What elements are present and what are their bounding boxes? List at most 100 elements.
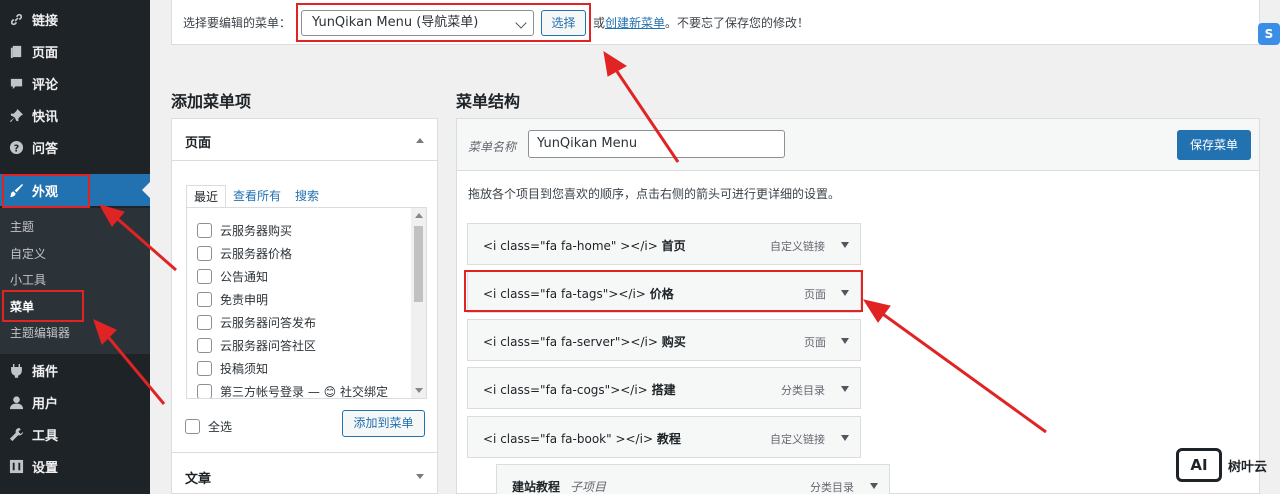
scroll-down-arrow-icon[interactable] [415,388,423,393]
list-item[interactable]: 第三方帐号登录 — 😊 社交绑定 [197,383,388,399]
checkbox[interactable] [197,269,212,284]
tab-view-all[interactable]: 查看所有 [226,185,288,208]
sidebar-item-qa[interactable]: ? 问答 [0,131,150,163]
sidebar-item-news[interactable]: 快讯 [0,99,150,131]
appearance-submenu: 主题 自定义 小工具 菜单 主题编辑器 [0,208,150,354]
select-hint: 或创建新菜单。不要忘了保存您的修改！ [593,14,809,31]
sidebar-item-pages[interactable]: 页面 [0,35,150,67]
link-icon [8,11,24,27]
expand-arrow-icon[interactable] [841,386,849,392]
comments-icon [8,75,24,91]
hint-suffix: 。不要忘了保存您的修改！ [665,16,810,30]
menu-item-title: <i class="fa fa-server"></i> 购买 [483,335,686,349]
tab-search[interactable]: 搜索 [288,185,326,208]
expand-arrow-icon[interactable] [841,435,849,441]
collapse-arrow-icon[interactable] [416,138,424,143]
pages-icon [8,43,24,59]
recent-pages-list: 云服务器购买 云服务器价格 公告通知 免责申明 云服务器问答发布 云服务器问答社… [186,207,427,399]
checkbox[interactable] [197,384,212,398]
page-label: 云服务器问答发布 [220,316,317,330]
expand-arrow-icon[interactable] [416,474,424,479]
menu-item-title: <i class="fa fa-home" ></i> 首页 [483,239,686,253]
sidebar-item-plugins[interactable]: 插件 [0,354,150,386]
menu-item-title: <i class="fa fa-cogs"></i> 搭建 [483,383,676,397]
list-item[interactable]: 云服务器问答社区 [197,337,316,354]
menu-item-buy[interactable]: <i class="fa fa-server"></i> 购买 页面 [467,319,861,361]
add-menu-items-heading: 添加菜单项 [171,92,252,111]
sidebar-item-label: 问答 [32,141,59,157]
menu-name-label: 菜单名称 [468,140,517,154]
divider [172,160,437,161]
submenu-item-theme-editor[interactable]: 主题编辑器 [10,321,70,345]
menu-item-type: 分类目录 [781,384,825,397]
menu-item-type: 自定义链接 [770,433,825,446]
page-label: 公告通知 [220,270,269,284]
pages-tabs: 最近 查看所有 搜索 [186,185,326,208]
sidebar-item-comments[interactable]: 评论 [0,67,150,99]
create-new-menu-link[interactable]: 创建新菜单 [605,16,665,30]
menu-structure-header: 菜单名称 YunQikan Menu 保存菜单 [457,119,1259,171]
checkbox[interactable] [197,315,212,330]
sidebar-item-label: 设置 [32,460,59,476]
expand-arrow-icon[interactable] [870,483,878,489]
sidebar-item-settings[interactable]: 设置 [0,450,150,482]
annotation-box-price-item [464,270,863,312]
menu-name-input[interactable]: YunQikan Menu [528,130,785,158]
hint-prefix: 或 [593,16,606,30]
sidebar-item-tools[interactable]: 工具 [0,418,150,450]
watermark-logo: AI [1176,448,1222,482]
submenu-item-themes[interactable]: 主题 [10,215,34,239]
floating-tool-icon[interactable]: S [1258,23,1280,45]
menu-sub-item[interactable]: 建站教程 子项目 分类目录 [496,464,890,494]
page-label: 投稿须知 [220,362,269,376]
sidebar-item-label: 插件 [32,364,59,380]
checkbox[interactable] [197,361,212,376]
page-label: 免责申明 [220,293,269,307]
list-item[interactable]: 云服务器价格 [197,245,292,262]
menu-item-home[interactable]: <i class="fa fa-home" ></i> 首页 自定义链接 [467,223,861,265]
scroll-up-arrow-icon[interactable] [415,213,423,218]
menu-item-setup[interactable]: <i class="fa fa-cogs"></i> 搭建 分类目录 [467,367,861,409]
list-item[interactable]: 公告通知 [197,268,268,285]
checkbox[interactable] [197,246,212,261]
select-all-label: 全选 [208,420,233,434]
page-label: 云服务器价格 [220,247,293,261]
add-to-menu-button[interactable]: 添加到菜单 [342,410,425,437]
sidebar-item-label: 页面 [32,45,59,61]
menu-item-tutorial[interactable]: <i class="fa fa-book" ></i> 教程 自定义链接 [467,416,861,458]
users-icon [8,394,24,410]
watermark-text: 树叶云 [1228,459,1268,475]
annotation-arrowhead [603,50,627,77]
scroll-thumb[interactable] [414,226,423,302]
admin-sidebar: 链接 页面 评论 快讯 ? 问答 外观 主题 自定义 小工具 菜单 主题编辑器 … [0,0,150,494]
add-menu-items-panel: 页面 最近 查看所有 搜索 云服务器购买 云服务器价格 公告通知 免责申明 云服… [171,118,438,494]
pages-section-title[interactable]: 页面 [185,132,211,151]
sidebar-item-users[interactable]: 用户 [0,386,150,418]
list-item[interactable]: 免责申明 [197,291,268,308]
menu-item-title: <i class="fa fa-book" ></i> 教程 [483,432,681,446]
select-all-checkbox[interactable]: 全选 [185,418,232,435]
page-label: 云服务器购买 [220,224,293,238]
checkbox[interactable] [197,223,212,238]
posts-section-title[interactable]: 文章 [185,468,211,487]
checkbox[interactable] [197,338,212,353]
sidebar-item-label: 评论 [32,77,59,93]
submenu-item-widgets[interactable]: 小工具 [10,268,46,292]
page-label: 第三方帐号登录 — 😊 社交绑定 [220,385,388,399]
checkbox[interactable] [197,292,212,307]
save-menu-button[interactable]: 保存菜单 [1177,130,1251,160]
checkbox[interactable] [185,419,200,434]
submenu-item-customize[interactable]: 自定义 [10,242,46,266]
tab-recent[interactable]: 最近 [186,185,227,208]
sidebar-item-label: 快讯 [32,109,59,125]
expand-arrow-icon[interactable] [841,242,849,248]
settings-icon [8,458,24,474]
sidebar-item-links[interactable]: 链接 [0,3,150,35]
list-item[interactable]: 云服务器问答发布 [197,314,316,331]
sidebar-item-label: 链接 [32,13,59,29]
list-item[interactable]: 云服务器购买 [197,222,292,239]
expand-arrow-icon[interactable] [841,338,849,344]
list-item[interactable]: 投稿须知 [197,360,268,377]
list-scrollbar[interactable] [411,208,426,398]
menu-item-type: 分类目录 [810,481,854,494]
